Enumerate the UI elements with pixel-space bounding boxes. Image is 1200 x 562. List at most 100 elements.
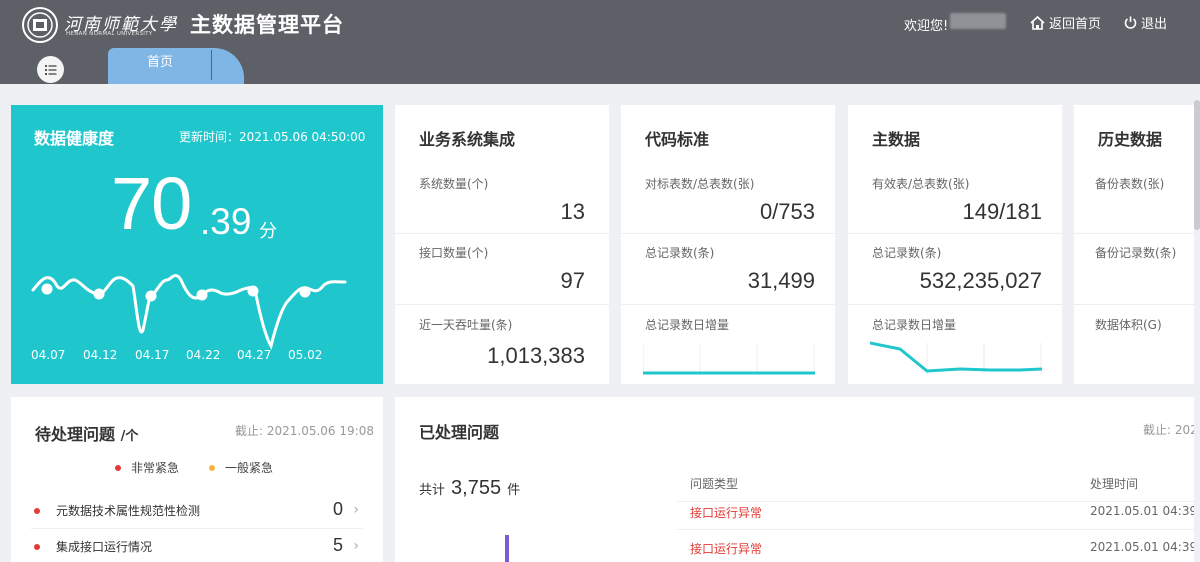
welcome-text: 欢迎您! [904, 19, 949, 34]
tab-home[interactable]: 首页 [108, 48, 212, 84]
code-standard-card: 代码标准 对标表数/总表数(张) 0/753 总记录数(条) 31,499 总记… [621, 105, 835, 384]
total-records-value: 532,235,027 [919, 268, 1042, 293]
daily-increment-label: 总记录数日增量 [872, 318, 957, 332]
health-trend-line [31, 274, 347, 350]
health-x-label: 04.07 [31, 348, 66, 362]
card-title: 主数据 [872, 130, 921, 149]
health-updated-time: 更新时间：2021.05.06 04:50:00 [179, 130, 366, 144]
card-title: 历史数据 [1098, 130, 1163, 149]
health-point-5 [247, 285, 259, 297]
normal-dot [209, 464, 215, 471]
legend-normal: 一般紧急 [209, 459, 273, 476]
home-link[interactable]: 返回首页 [1030, 13, 1101, 32]
card-title: 业务系统集成 [419, 130, 516, 149]
pending-title-text: 待处理问题 [35, 425, 116, 444]
health-title: 数据健康度 [34, 129, 115, 148]
valid-tables-label: 有效表/总表数(张) [872, 177, 970, 191]
master-data-card: 主数据 有效表/总表数(张) 149/181 总记录数(条) 532,235,0… [848, 105, 1062, 384]
interface-count-value: 97 [560, 268, 585, 293]
pending-row-label: 元数据技术属性规范性检测 [56, 504, 201, 518]
pending-row[interactable]: 集成接口运行情况 5 › [11, 533, 383, 562]
pending-issues-card: 待处理问题 /个 截止: 2021.05.06 19:08 非常紧急 一般紧急 … [11, 397, 383, 562]
history-data-card: 历史数据 备份表数(张) 备份记录数(条) 数据体积(G) [1074, 105, 1200, 384]
home-link-label: 返回首页 [1049, 17, 1102, 32]
column-header-time: 处理时间 [1090, 477, 1139, 491]
pending-row-label: 集成接口运行情况 [56, 540, 153, 554]
home-icon [1030, 15, 1045, 30]
tab-separator [211, 50, 212, 80]
issue-type[interactable]: 接口运行异常 [690, 540, 762, 557]
divider [621, 233, 835, 234]
list-icon [44, 64, 56, 75]
logout-label: 退出 [1141, 17, 1168, 32]
total-prefix: 共计 [419, 483, 446, 498]
pending-as-of: 截止: 2021.05.06 19:08 [235, 424, 374, 438]
pending-row[interactable]: 元数据技术属性规范性检测 0 › [11, 497, 383, 530]
daily-increment-sparkline [643, 343, 815, 375]
top-header: 河南师範大學 HENAN NORMAL UNIVERSITY 主数据管理平台 欢… [0, 0, 1200, 48]
daily-increment-sparkline [870, 341, 1042, 375]
logout-button[interactable]: 退出 [1124, 13, 1167, 32]
health-x-label: 04.27 [237, 348, 272, 362]
health-score-integer: 70 [111, 162, 192, 245]
system-count-value: 13 [560, 199, 585, 224]
chevron-right-icon[interactable]: › [353, 538, 359, 554]
total-records-label: 总记录数(条) [645, 246, 715, 260]
chevron-right-icon[interactable]: › [353, 502, 359, 518]
system-count-label: 系统数量(个) [419, 177, 489, 191]
issue-time: 2021.05.01 04:39: [1090, 540, 1200, 554]
total-count: 3,755 [451, 477, 502, 499]
urgent-dot [34, 508, 40, 514]
issue-type[interactable]: 接口运行异常 [690, 504, 762, 521]
business-integration-card: 业务系统集成 系统数量(个) 13 接口数量(个) 97 近一天吞吐量(条) 1… [395, 105, 609, 384]
chart-bar [505, 535, 509, 562]
total-records-label: 总记录数(条) [872, 246, 942, 260]
health-point-2 [93, 288, 105, 300]
issue-time: 2021.05.01 04:39: [1090, 504, 1200, 518]
health-x-label: 04.17 [135, 348, 170, 362]
data-volume-label: 数据体积(G) [1095, 318, 1162, 332]
divider [1074, 233, 1200, 234]
power-icon [1124, 16, 1137, 29]
tab-bar: 首页 [0, 48, 1200, 84]
pending-title-unit: /个 [120, 429, 139, 444]
throughput-label: 近一天吞吐量(条) [419, 318, 513, 332]
valid-tables-value: 149/181 [962, 199, 1042, 224]
scrollbar-thumb[interactable] [1194, 100, 1200, 230]
health-point-6 [299, 286, 311, 298]
divider [621, 304, 835, 305]
processed-title: 已处理问题 [419, 423, 500, 442]
health-x-label: 05.02 [288, 348, 323, 362]
interface-count-label: 接口数量(个) [419, 246, 489, 260]
divider [848, 233, 1062, 234]
menu-toggle-button[interactable] [37, 56, 64, 83]
legend-urgent: 非常紧急 [115, 459, 179, 476]
divider [395, 304, 609, 305]
divider [31, 528, 363, 529]
health-x-label: 04.12 [83, 348, 118, 362]
column-header-type: 问题类型 [690, 477, 739, 491]
backup-records-label: 备份记录数(条) [1095, 246, 1177, 260]
app-title: 主数据管理平台 [190, 13, 344, 37]
university-logo [22, 7, 58, 43]
pending-title: 待处理问题 /个 [35, 421, 138, 445]
daily-increment-label: 总记录数日增量 [645, 318, 730, 332]
total-records-value: 31,499 [747, 268, 815, 293]
data-health-card: 数据健康度 更新时间：2021.05.06 04:50:00 70 .39 分 … [11, 105, 383, 384]
health-score-decimal: .39 [200, 201, 252, 242]
health-score-unit: 分 [259, 221, 277, 242]
urgent-dot [34, 544, 40, 550]
backup-tables-label: 备份表数(张) [1095, 177, 1165, 191]
total-unit: 件 [507, 483, 521, 498]
benchmark-tables-label: 对标表数/总表数(张) [645, 177, 755, 191]
divider [677, 501, 1197, 502]
health-x-label: 04.22 [186, 348, 221, 362]
divider [677, 529, 1197, 530]
legend-urgent-label: 非常紧急 [131, 461, 180, 475]
pending-row-count: 0 [332, 499, 343, 519]
health-trend-chart [31, 274, 347, 350]
urgent-dot [115, 464, 121, 471]
divider [848, 304, 1062, 305]
tab-home-tail [212, 48, 244, 84]
health-point-4 [196, 289, 208, 301]
